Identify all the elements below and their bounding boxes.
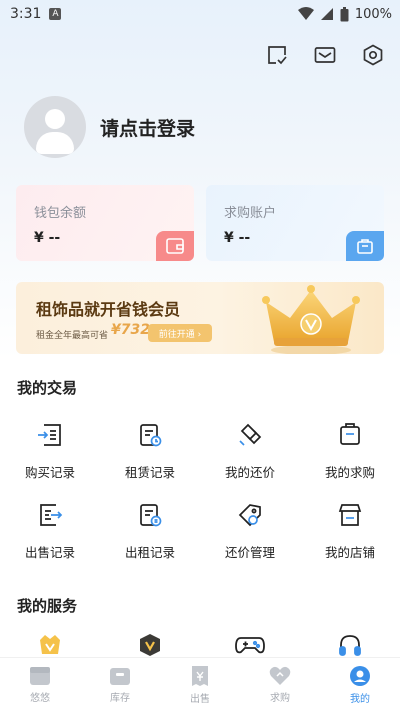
bottom-tab-bar: 悠悠 库存 出售 求购 我的: [0, 657, 400, 711]
tab-label: 求购: [270, 692, 290, 704]
settings-icon[interactable]: [360, 42, 386, 68]
gamepad-icon: [235, 637, 265, 654]
tab-sell[interactable]: 出售: [160, 658, 240, 711]
service-item-vip[interactable]: [0, 632, 100, 658]
vip-shield-icon: [140, 634, 160, 656]
tab-home[interactable]: 悠悠: [0, 658, 80, 711]
headset-icon: [339, 635, 361, 656]
services-section-title: 我的服务: [17, 597, 78, 615]
account-value: ¥ --: [224, 230, 251, 246]
rent-record-icon: [133, 418, 167, 452]
wanted-icon: [333, 418, 367, 452]
tab-label: 库存: [110, 692, 130, 704]
battery-percent: 100%: [354, 6, 392, 22]
vip-subtitle: 租金全年最高可省: [36, 331, 109, 341]
tab-inventory[interactable]: 库存: [80, 658, 160, 711]
tab-wanted[interactable]: 求购: [240, 658, 320, 711]
trade-label: 我的店铺: [324, 545, 375, 560]
trade-item-wanted[interactable]: 我的求购: [300, 418, 400, 498]
wallet-title: 钱包余额: [34, 206, 87, 221]
home-icon: [30, 666, 50, 685]
trade-section-title: 我的交易: [17, 379, 78, 397]
inventory-icon: [110, 667, 130, 685]
tab-label: 出售: [190, 693, 210, 705]
trade-item-lease-record[interactable]: 出租记录: [100, 498, 200, 578]
service-item-game[interactable]: [200, 632, 300, 658]
trade-item-sale-record[interactable]: 出售记录: [0, 498, 100, 578]
sale-record-icon: [33, 498, 67, 532]
wallet-icon: [156, 231, 194, 261]
mail-icon[interactable]: [312, 42, 338, 68]
service-item-vip-shield[interactable]: [100, 632, 200, 658]
battery-icon: [340, 6, 349, 21]
trade-label: 出售记录: [24, 545, 75, 560]
profile-icon: [350, 665, 370, 686]
trade-item-store[interactable]: 我的店铺: [300, 498, 400, 578]
trade-label: 我的还价: [224, 465, 275, 480]
vip-saving-amount: ¥732: [111, 322, 150, 338]
purchase-record-icon: [33, 418, 67, 452]
shopping-bag-icon: [346, 231, 384, 261]
wallet-value: ¥ --: [34, 230, 61, 246]
signal-icon: [320, 8, 333, 20]
checklist-icon[interactable]: [264, 42, 290, 68]
vip-title: 租饰品就开省钱会员: [36, 300, 181, 319]
vip-banner[interactable]: 租饰品就开省钱会员 租金全年最高可省 ¥732 前往开通 ›: [16, 282, 384, 354]
crown-icon: [262, 285, 360, 354]
tab-label: 悠悠: [30, 692, 50, 704]
trade-label: 租赁记录: [124, 465, 175, 480]
service-item-support[interactable]: [300, 632, 400, 658]
trade-item-bargain-manage[interactable]: 还价管理: [200, 498, 300, 578]
wanted-tab-icon: [269, 666, 291, 685]
trade-label: 出租记录: [124, 545, 175, 560]
trade-grid: 购买记录 租赁记录 我的还价 我的求购 出售记录 出租记录 还价管理 我的店铺: [0, 418, 400, 578]
trade-label: 我的求购: [324, 465, 375, 480]
wifi-icon: [297, 7, 314, 20]
vip-badge-icon: [40, 635, 60, 654]
services-grid: [0, 632, 400, 658]
trade-label: 购买记录: [24, 465, 75, 480]
wanted-account-card[interactable]: 求购账户 ¥ --: [206, 185, 384, 261]
trade-item-purchase-record[interactable]: 购买记录: [0, 418, 100, 498]
status-time: 3:31: [10, 6, 42, 22]
bargain-icon: [233, 418, 267, 452]
store-icon: [333, 498, 367, 532]
vip-open-button[interactable]: 前往开通 ›: [148, 324, 212, 342]
login-prompt[interactable]: 请点击登录: [100, 114, 195, 141]
bargain-manage-icon: [233, 498, 267, 532]
status-bar: 3:31 A 100%: [0, 0, 400, 28]
notification-badge: A: [49, 8, 62, 20]
trade-label: 还价管理: [224, 545, 275, 560]
account-title: 求购账户: [224, 206, 277, 221]
tab-label: 我的: [350, 693, 370, 705]
sell-icon: [192, 665, 208, 686]
tab-profile[interactable]: 我的: [320, 658, 400, 711]
wallet-balance-card[interactable]: 钱包余额 ¥ --: [16, 185, 194, 261]
trade-item-rent-record[interactable]: 租赁记录: [100, 418, 200, 498]
avatar[interactable]: [24, 96, 86, 158]
profile-section[interactable]: 请点击登录: [24, 96, 195, 158]
trade-item-bargain[interactable]: 我的还价: [200, 418, 300, 498]
lease-record-icon: [133, 498, 167, 532]
header-actions: [264, 42, 386, 68]
